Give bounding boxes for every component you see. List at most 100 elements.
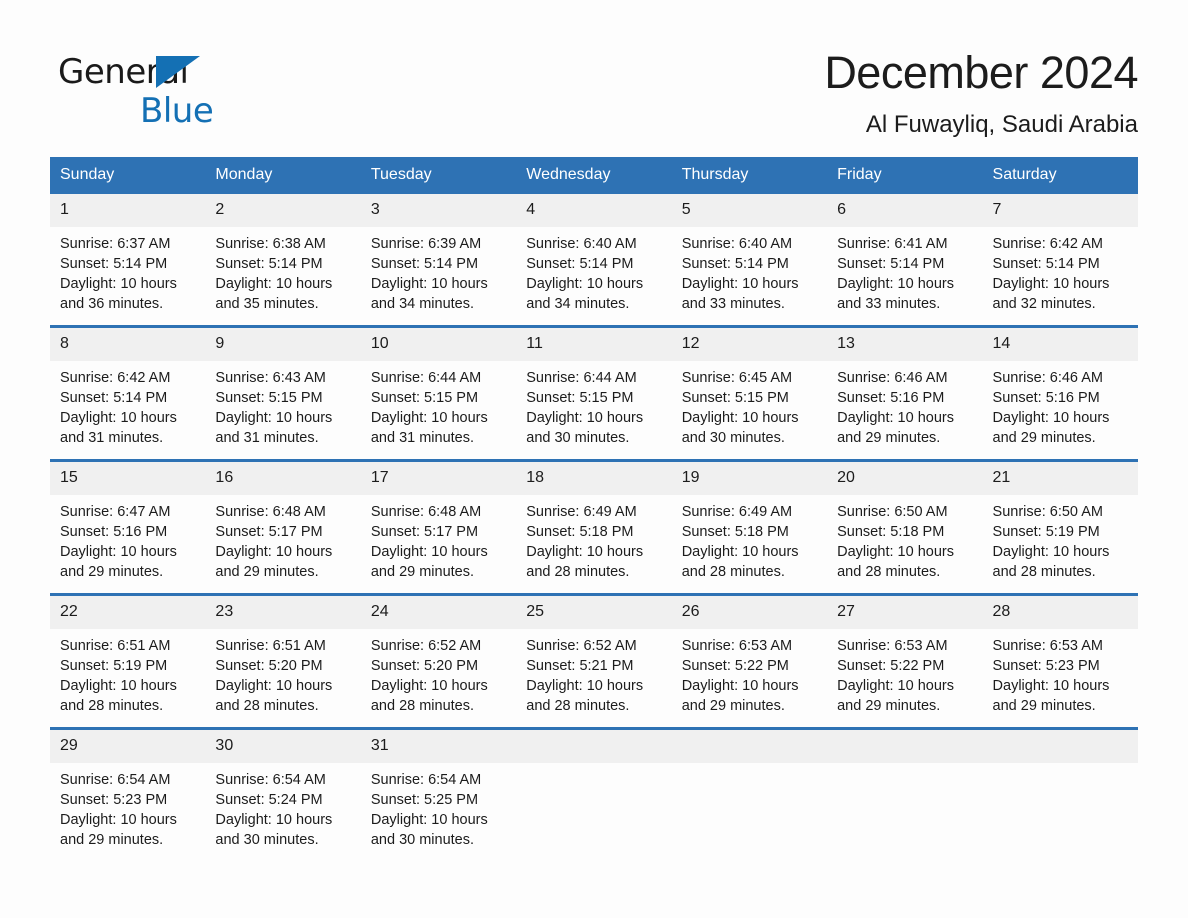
daylight-text-line1: Daylight: 10 hours bbox=[370, 410, 488, 426]
daylight-text-line2: and 28 minutes. bbox=[215, 698, 319, 714]
sunrise-text: Sunrise: 6:48 AM bbox=[370, 504, 482, 520]
day-number: 13 bbox=[827, 328, 983, 361]
sunrise-text: Sunrise: 6:42 AM bbox=[992, 236, 1103, 252]
day-cell[interactable]: 26 Sunrise: 6:53 AM Sunset: 5:22 PM Dayl… bbox=[671, 596, 828, 727]
day-cell[interactable]: 24 Sunrise: 6:52 AM Sunset: 5:20 PM Dayl… bbox=[360, 596, 517, 727]
day-cell[interactable]: 28 Sunrise: 6:53 AM Sunset: 5:23 PM Dayl… bbox=[982, 596, 1138, 727]
sunset-text: Sunset: 5:14 PM bbox=[60, 256, 168, 272]
day-cell[interactable]: 1 Sunrise: 6:37 AM Sunset: 5:14 PM Dayli… bbox=[50, 194, 206, 325]
daylight-text-line1: Daylight: 10 hours bbox=[837, 410, 954, 426]
sunrise-text: Sunrise: 6:50 AM bbox=[992, 504, 1103, 520]
day-cell[interactable]: 22 Sunrise: 6:51 AM Sunset: 5:19 PM Dayl… bbox=[50, 596, 206, 727]
sunrise-text: Sunrise: 6:48 AM bbox=[215, 504, 326, 520]
daylight-text-line2: and 29 minutes. bbox=[837, 698, 941, 714]
daylight-text-line2: and 33 minutes. bbox=[837, 296, 941, 312]
day-cell[interactable]: 20 Sunrise: 6:50 AM Sunset: 5:18 PM Dayl… bbox=[827, 462, 983, 593]
day-details: Sunrise: 6:51 AM Sunset: 5:19 PM Dayligh… bbox=[50, 629, 205, 716]
day-cell[interactable]: 14 Sunrise: 6:46 AM Sunset: 5:16 PM Dayl… bbox=[982, 328, 1138, 459]
sunrise-text: Sunrise: 6:38 AM bbox=[215, 236, 326, 252]
sunset-text: Sunset: 5:15 PM bbox=[215, 390, 323, 406]
day-number: 16 bbox=[205, 462, 361, 495]
weekday-header-monday: Monday bbox=[215, 166, 273, 183]
day-cell[interactable]: 10 Sunrise: 6:44 AM Sunset: 5:15 PM Dayl… bbox=[360, 328, 517, 459]
sunset-text: Sunset: 5:14 PM bbox=[370, 256, 479, 272]
day-number: 23 bbox=[205, 596, 361, 629]
weekday-header-friday: Friday bbox=[837, 166, 882, 183]
day-number: 5 bbox=[671, 194, 828, 227]
weekday-header-tuesday: Tuesday bbox=[370, 166, 432, 183]
day-cell[interactable]: 2 Sunrise: 6:38 AM Sunset: 5:14 PM Dayli… bbox=[205, 194, 361, 325]
day-cell[interactable]: 6 Sunrise: 6:41 AM Sunset: 5:14 PM Dayli… bbox=[827, 194, 983, 325]
day-cell[interactable]: 15 Sunrise: 6:47 AM Sunset: 5:16 PM Dayl… bbox=[50, 462, 206, 593]
daylight-text-line2: and 31 minutes. bbox=[60, 430, 164, 446]
day-cell[interactable]: 5 Sunrise: 6:40 AM Sunset: 5:14 PM Dayli… bbox=[671, 194, 828, 325]
daylight-text-line2: and 28 minutes. bbox=[370, 698, 475, 714]
daylight-text-line2: and 28 minutes. bbox=[526, 564, 630, 580]
day-cell[interactable]: 3 Sunrise: 6:39 AM Sunset: 5:14 PM Dayli… bbox=[360, 194, 517, 325]
sunset-text: Sunset: 5:14 PM bbox=[60, 390, 168, 406]
day-cell[interactable]: 4 Sunrise: 6:40 AM Sunset: 5:14 PM Dayli… bbox=[516, 194, 672, 325]
day-details: Sunrise: 6:49 AM Sunset: 5:18 PM Dayligh… bbox=[672, 495, 827, 582]
daylight-text-line2: and 33 minutes. bbox=[681, 296, 785, 312]
day-cell[interactable]: 7 Sunrise: 6:42 AM Sunset: 5:14 PM Dayli… bbox=[982, 194, 1138, 325]
day-number: 3 bbox=[360, 194, 517, 227]
day-details: Sunrise: 6:50 AM Sunset: 5:18 PM Dayligh… bbox=[827, 495, 982, 582]
day-cell[interactable]: 31 Sunrise: 6:54 AM Sunset: 5:25 PM Dayl… bbox=[360, 730, 517, 861]
day-number: 15 bbox=[50, 462, 206, 495]
day-details: Sunrise: 6:42 AM Sunset: 5:14 PM Dayligh… bbox=[50, 361, 205, 448]
day-details: Sunrise: 6:51 AM Sunset: 5:20 PM Dayligh… bbox=[205, 629, 360, 716]
day-cell[interactable]: 17 Sunrise: 6:48 AM Sunset: 5:17 PM Dayl… bbox=[360, 462, 517, 593]
daylight-text-line1: Daylight: 10 hours bbox=[215, 678, 333, 694]
generalblue-logo[interactable]: General Blue bbox=[58, 52, 318, 136]
day-cell[interactable]: 13 Sunrise: 6:46 AM Sunset: 5:16 PM Dayl… bbox=[827, 328, 983, 459]
day-cell[interactable]: 12 Sunrise: 6:45 AM Sunset: 5:15 PM Dayl… bbox=[671, 328, 828, 459]
daylight-text-line2: and 34 minutes. bbox=[370, 296, 475, 312]
daylight-text-line1: Daylight: 10 hours bbox=[370, 812, 488, 828]
daylight-text-line1: Daylight: 10 hours bbox=[681, 544, 799, 560]
logo-bottom-row: Blue bbox=[58, 90, 318, 132]
daylight-text-line1: Daylight: 10 hours bbox=[215, 812, 333, 828]
day-details: Sunrise: 6:46 AM Sunset: 5:16 PM Dayligh… bbox=[827, 361, 982, 448]
day-cell[interactable]: 9 Sunrise: 6:43 AM Sunset: 5:15 PM Dayli… bbox=[205, 328, 361, 459]
day-cell[interactable]: 19 Sunrise: 6:49 AM Sunset: 5:18 PM Dayl… bbox=[671, 462, 828, 593]
calendar-week-row: 22 Sunrise: 6:51 AM Sunset: 5:19 PM Dayl… bbox=[50, 593, 1138, 727]
sunrise-text: Sunrise: 6:50 AM bbox=[837, 504, 948, 520]
daylight-text-line2: and 31 minutes. bbox=[215, 430, 319, 446]
day-details: Sunrise: 6:46 AM Sunset: 5:16 PM Dayligh… bbox=[983, 361, 1138, 448]
day-number: 28 bbox=[982, 596, 1138, 629]
daylight-text-line2: and 29 minutes. bbox=[837, 430, 941, 446]
sunset-text: Sunset: 5:16 PM bbox=[60, 524, 168, 540]
page-subtitle: Al Fuwayliq, Saudi Arabia bbox=[865, 111, 1138, 138]
day-details: Sunrise: 6:47 AM Sunset: 5:16 PM Dayligh… bbox=[50, 495, 205, 582]
daylight-text-line2: and 30 minutes. bbox=[370, 832, 475, 848]
day-number: 19 bbox=[671, 462, 828, 495]
day-number bbox=[982, 730, 1138, 763]
daylight-text-line2: and 29 minutes. bbox=[992, 430, 1096, 446]
day-cell[interactable]: 25 Sunrise: 6:52 AM Sunset: 5:21 PM Dayl… bbox=[516, 596, 672, 727]
day-details: Sunrise: 6:48 AM Sunset: 5:17 PM Dayligh… bbox=[361, 495, 516, 582]
daylight-text-line2: and 29 minutes. bbox=[681, 698, 785, 714]
daylight-text-line2: and 30 minutes. bbox=[215, 832, 319, 848]
daylight-text-line2: and 28 minutes. bbox=[992, 564, 1096, 580]
day-cell[interactable]: 8 Sunrise: 6:42 AM Sunset: 5:14 PM Dayli… bbox=[50, 328, 206, 459]
sunrise-text: Sunrise: 6:42 AM bbox=[60, 370, 171, 386]
day-cell[interactable]: 11 Sunrise: 6:44 AM Sunset: 5:15 PM Dayl… bbox=[516, 328, 672, 459]
day-cell[interactable]: 21 Sunrise: 6:50 AM Sunset: 5:19 PM Dayl… bbox=[982, 462, 1138, 593]
day-cell[interactable]: 23 Sunrise: 6:51 AM Sunset: 5:20 PM Dayl… bbox=[205, 596, 361, 727]
sunset-text: Sunset: 5:17 PM bbox=[215, 524, 323, 540]
day-cell-empty bbox=[827, 730, 983, 861]
sunrise-text: Sunrise: 6:49 AM bbox=[526, 504, 637, 520]
day-cell[interactable]: 27 Sunrise: 6:53 AM Sunset: 5:22 PM Dayl… bbox=[827, 596, 983, 727]
day-cell-empty bbox=[516, 730, 672, 861]
day-cell[interactable]: 30 Sunrise: 6:54 AM Sunset: 5:24 PM Dayl… bbox=[205, 730, 361, 861]
sunrise-text: Sunrise: 6:53 AM bbox=[681, 638, 793, 654]
day-number: 31 bbox=[360, 730, 517, 763]
day-cell[interactable]: 16 Sunrise: 6:48 AM Sunset: 5:17 PM Dayl… bbox=[205, 462, 361, 593]
day-number: 7 bbox=[982, 194, 1138, 227]
day-cell[interactable]: 18 Sunrise: 6:49 AM Sunset: 5:18 PM Dayl… bbox=[516, 462, 672, 593]
daylight-text-line2: and 31 minutes. bbox=[370, 430, 475, 446]
day-cell[interactable]: 29 Sunrise: 6:54 AM Sunset: 5:23 PM Dayl… bbox=[50, 730, 206, 861]
sunrise-text: Sunrise: 6:47 AM bbox=[60, 504, 171, 520]
sunset-text: Sunset: 5:23 PM bbox=[992, 658, 1100, 674]
sunrise-text: Sunrise: 6:40 AM bbox=[681, 236, 793, 252]
